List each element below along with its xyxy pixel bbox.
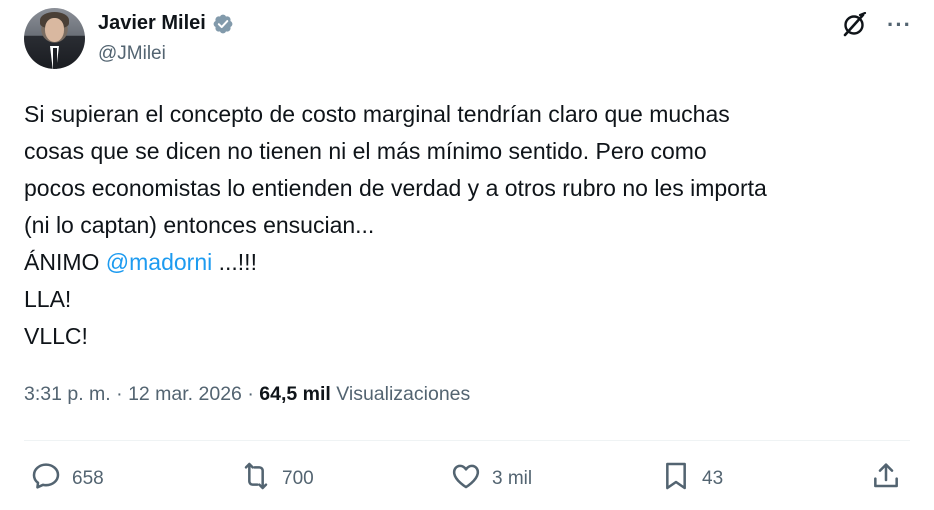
tweet-actions-bar: 658 700 3 mil 43 [0, 460, 934, 498]
reply-count: 658 [72, 468, 104, 489]
mention-link[interactable]: @madorni [106, 249, 212, 275]
bookmark-icon [660, 460, 692, 498]
avatar-tie [53, 48, 57, 69]
tweet-text: Si supieran el concepto de costo margina… [24, 96, 904, 355]
animo-suffix: ...!!! [212, 249, 257, 275]
tweet-header-actions: ··· [841, 11, 912, 38]
tweet-line: pocos economistas lo entienden de verdad… [24, 175, 767, 201]
tweet-date[interactable]: 12 mar. 2026 [128, 383, 242, 405]
repost-button[interactable]: 700 [240, 460, 314, 498]
divider [24, 440, 910, 441]
reply-icon [30, 460, 62, 498]
avatar-face [45, 18, 64, 42]
grok-icon[interactable] [841, 11, 867, 38]
bookmark-button[interactable]: 43 [660, 460, 723, 498]
heart-icon [450, 460, 482, 498]
share-icon [870, 460, 902, 498]
tweet-line-vllc: VLLC! [24, 323, 88, 349]
repost-icon [240, 460, 272, 498]
tweet-line: (ni lo captan) entonces ensucian... [24, 212, 375, 238]
like-button[interactable]: 3 mil [450, 460, 532, 498]
tweet-time[interactable]: 3:31 p. m. [24, 383, 111, 405]
tweet-line: Si supieran el concepto de costo margina… [24, 101, 730, 127]
author-name-row: Javier Milei [98, 12, 234, 35]
like-count: 3 mil [492, 468, 533, 489]
bookmark-count: 43 [702, 468, 724, 489]
views-count: 64,5 mil [259, 383, 331, 405]
share-button[interactable] [870, 460, 902, 498]
views-label: Visualizaciones [330, 383, 471, 405]
animo-prefix: ÁNIMO [24, 249, 106, 275]
tweet-line: cosas que se dicen no tienen ni el más m… [24, 138, 707, 164]
avatar[interactable] [24, 8, 85, 69]
tweet-meta: 3:31 p. m. · 12 mar. 2026 · 64,5 mil Vis… [24, 383, 470, 406]
meta-separator: · [241, 383, 260, 405]
repost-count: 700 [282, 468, 314, 489]
reply-button[interactable]: 658 [30, 460, 104, 498]
author-handle[interactable]: @JMilei [98, 43, 166, 65]
tweet-line-lla: LLA! [24, 286, 72, 312]
tweet-line-animo: ÁNIMO @madorni ...!!! [24, 244, 904, 281]
author-display-name[interactable]: Javier Milei [98, 12, 206, 35]
verified-badge-icon[interactable] [212, 13, 234, 35]
meta-separator: · [110, 383, 129, 405]
more-options-icon[interactable]: ··· [887, 14, 912, 36]
